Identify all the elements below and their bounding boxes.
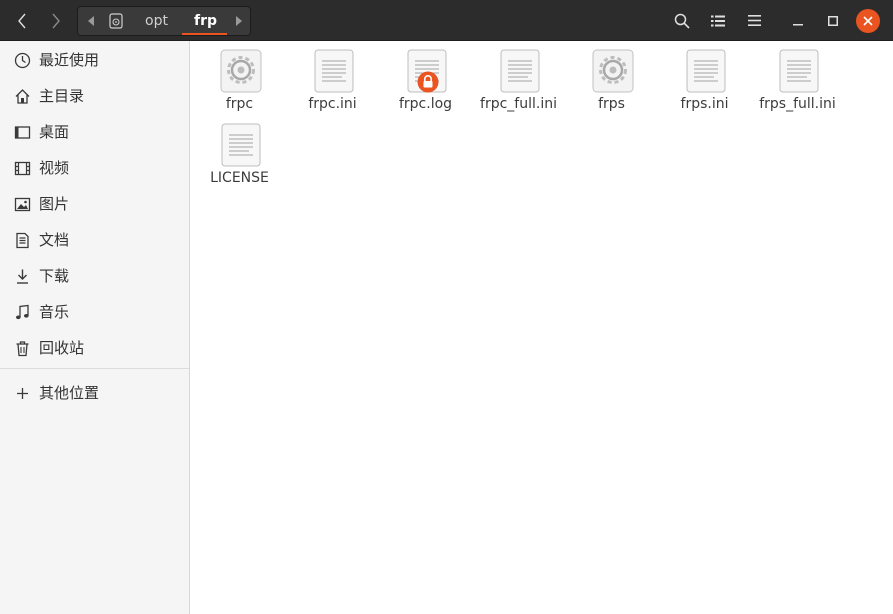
search-icon <box>674 13 690 29</box>
header-bar: opt frp <box>0 0 893 41</box>
sidebar-divider <box>0 368 189 369</box>
current-segment-underline <box>182 33 227 35</box>
sidebar-item-pictures[interactable]: 图片 <box>0 186 189 222</box>
chevron-left-icon <box>18 13 26 28</box>
executable-icon <box>220 49 262 93</box>
sidebar-item-label: 音乐 <box>39 303 70 321</box>
close-button[interactable] <box>856 9 880 33</box>
disk-icon[interactable] <box>108 13 124 29</box>
sidebar-item-label: 下载 <box>39 267 70 285</box>
path-segment-opt[interactable]: opt <box>145 7 168 35</box>
sidebar-item-music[interactable]: 音乐 <box>0 294 189 330</box>
path-scroll-right-button[interactable] <box>228 7 250 35</box>
sidebar-item-label: 回收站 <box>39 339 85 357</box>
sidebar-item-label: 主目录 <box>39 87 85 105</box>
hamburger-icon <box>747 15 761 26</box>
minimize-button[interactable] <box>785 7 811 34</box>
sidebar-item-label: 视频 <box>39 159 70 177</box>
download-icon <box>17 269 28 284</box>
chevron-right-icon <box>52 13 60 28</box>
home-icon <box>15 89 30 104</box>
text-file-icon <box>686 49 726 93</box>
picture-icon <box>14 197 31 212</box>
minimize-icon <box>793 23 803 25</box>
text-file-icon <box>779 49 819 93</box>
sidebar: 最近使用 主目录 桌面 视频 图片 文档 下载 音乐 回收站 其他位置 <box>0 41 190 614</box>
sidebar-item-label: 图片 <box>39 195 70 213</box>
file-item-frpc[interactable]: frpc <box>193 41 286 113</box>
text-file-icon <box>221 123 261 167</box>
file-item-frps-ini[interactable]: frps.ini <box>658 41 751 113</box>
back-button[interactable] <box>8 7 36 34</box>
triangle-left-icon <box>88 16 94 26</box>
list-view-icon <box>711 15 725 26</box>
close-icon <box>863 16 873 26</box>
triangle-right-icon <box>236 16 242 26</box>
text-file-icon <box>500 49 540 93</box>
file-item-frpc-log[interactable]: frpc.log <box>379 41 472 113</box>
forward-button[interactable] <box>42 7 70 34</box>
desktop-icon <box>14 126 31 139</box>
file-grid: frpc frpc.ini frpc.log frpc_full.ini frp… <box>191 41 893 614</box>
lock-icon <box>417 71 439 93</box>
sidebar-item-other-locations[interactable]: 其他位置 <box>0 375 189 411</box>
document-icon <box>16 232 29 249</box>
file-item-license[interactable]: LICENSE <box>193 115 286 187</box>
path-bar: opt frp <box>77 6 251 36</box>
sidebar-item-videos[interactable]: 视频 <box>0 150 189 186</box>
text-file-icon <box>314 49 354 93</box>
menu-button[interactable] <box>741 7 767 34</box>
trash-icon <box>16 341 29 357</box>
sidebar-item-label: 最近使用 <box>39 51 100 69</box>
sidebar-item-label: 文档 <box>39 231 70 249</box>
file-name: frps_full.ini <box>759 96 836 112</box>
music-icon <box>16 304 29 320</box>
file-item-frpc-full-ini[interactable]: frpc_full.ini <box>472 41 565 113</box>
maximize-button[interactable] <box>820 7 846 34</box>
path-segment-frp[interactable]: frp <box>194 7 217 35</box>
list-view-button[interactable] <box>705 7 731 34</box>
clock-icon <box>14 52 31 69</box>
sidebar-item-desktop[interactable]: 桌面 <box>0 114 189 150</box>
file-item-frps-full-ini[interactable]: frps_full.ini <box>751 41 844 113</box>
sidebar-item-downloads[interactable]: 下载 <box>0 258 189 294</box>
search-button[interactable] <box>669 7 695 34</box>
sidebar-item-label: 其他位置 <box>39 384 100 402</box>
sidebar-item-trash[interactable]: 回收站 <box>0 330 189 366</box>
file-item-frpc-ini[interactable]: frpc.ini <box>286 41 379 113</box>
file-name: LICENSE <box>210 170 269 186</box>
sidebar-item-documents[interactable]: 文档 <box>0 222 189 258</box>
video-icon <box>14 161 31 176</box>
sidebar-item-recent[interactable]: 最近使用 <box>0 42 189 78</box>
plus-icon <box>17 388 28 399</box>
path-scroll-left-button[interactable] <box>80 7 102 35</box>
sidebar-item-home[interactable]: 主目录 <box>0 78 189 114</box>
sidebar-item-label: 桌面 <box>39 123 70 141</box>
file-item-frps[interactable]: frps <box>565 41 658 113</box>
executable-icon <box>592 49 634 93</box>
maximize-icon <box>828 15 838 26</box>
